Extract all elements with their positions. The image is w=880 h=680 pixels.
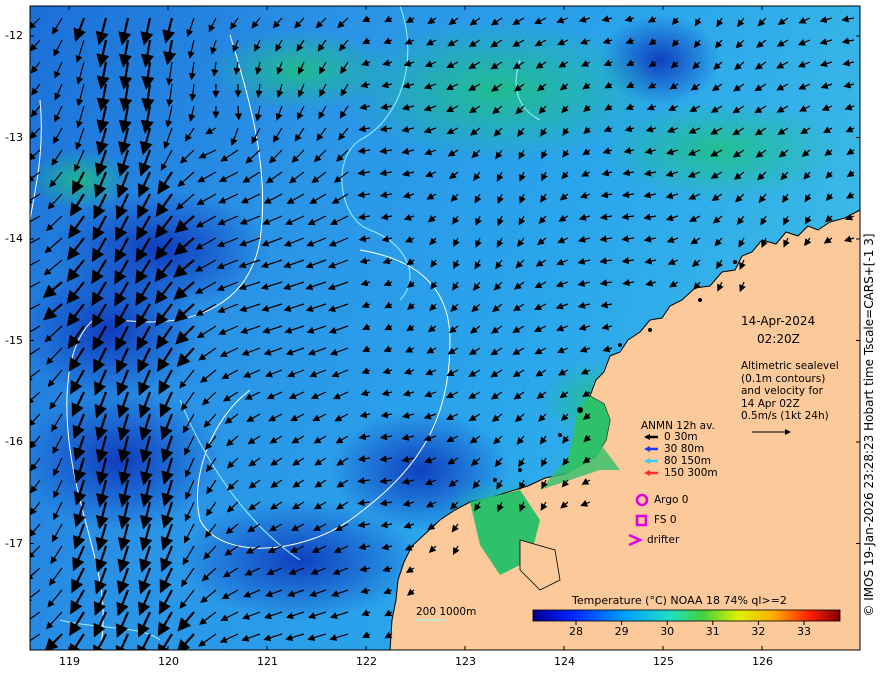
depth-label: 200 1000m [416,606,477,618]
colorbar-title: Temperature (°C) NOAA 18 74% ql>=2 [572,594,787,607]
drifter-label: drifter [647,534,680,546]
velocity-note-line: 14 Apr 02Z [741,397,800,410]
lon-tick-label: 123 [455,655,476,668]
velocity-note-line: and velocity for [741,385,823,397]
colorbar-tick-label: 32 [751,625,766,638]
lon-tick-label: 122 [356,655,377,668]
colorbar-tick-label: 33 [797,625,811,638]
map-date: 14-Apr-2024 [741,314,816,328]
lat-tick-label: -17 [5,536,23,550]
velocity-arrow [234,105,243,121]
colorbar-tick-label: 29 [614,625,629,638]
velocity-note-line: Altimetric sealevel [741,360,839,372]
colorbar-tick-label: 28 [569,625,583,638]
lon-tick-label: 126 [752,655,773,668]
lat-tick-label: -15 [5,333,23,347]
plot-area [30,6,860,650]
fs-label: FS 0 [654,514,677,526]
anmn-legend-label: 0 30m [664,431,698,443]
lat-tick-label: -14 [5,232,23,245]
sst-map [29,5,861,651]
velocity-note-line: (0.1m contours) [741,372,826,385]
colorbar-tick-label: 31 [705,625,720,638]
credit-line: © IMOS 19-Jan-2026 23:28:23 Hobart time … [862,210,876,640]
lon-tick-label: 124 [554,655,575,668]
credit-text: © IMOS 19-Jan-2026 23:28:23 Hobart time … [862,233,876,617]
anmn-legend-label: 150 300m [664,467,718,479]
map-time: 02:20Z [757,332,800,346]
lat-tick-label: -16 [5,435,23,448]
lon-tick-label: 125 [653,655,674,668]
lat-tick-label: -13 [5,130,23,144]
argo-label: Argo 0 [654,494,689,506]
lon-tick-label: 121 [257,655,278,668]
colorbar-tick-label: 30 [660,625,675,638]
anmn-legend-label: 80 150m [664,455,711,467]
temperature-colorbar [532,609,841,622]
velocity-note: Altimetric sealevel (0.1m contours) and … [741,360,839,423]
velocity-note-line: 0.5m/s (1kt 24h) [741,410,829,422]
lon-tick-label: 119 [59,655,80,668]
lon-tick-label: 120 [158,655,179,668]
anmn-legend-label: 30 80m [664,443,705,455]
lat-tick-label: -12 [5,29,23,42]
